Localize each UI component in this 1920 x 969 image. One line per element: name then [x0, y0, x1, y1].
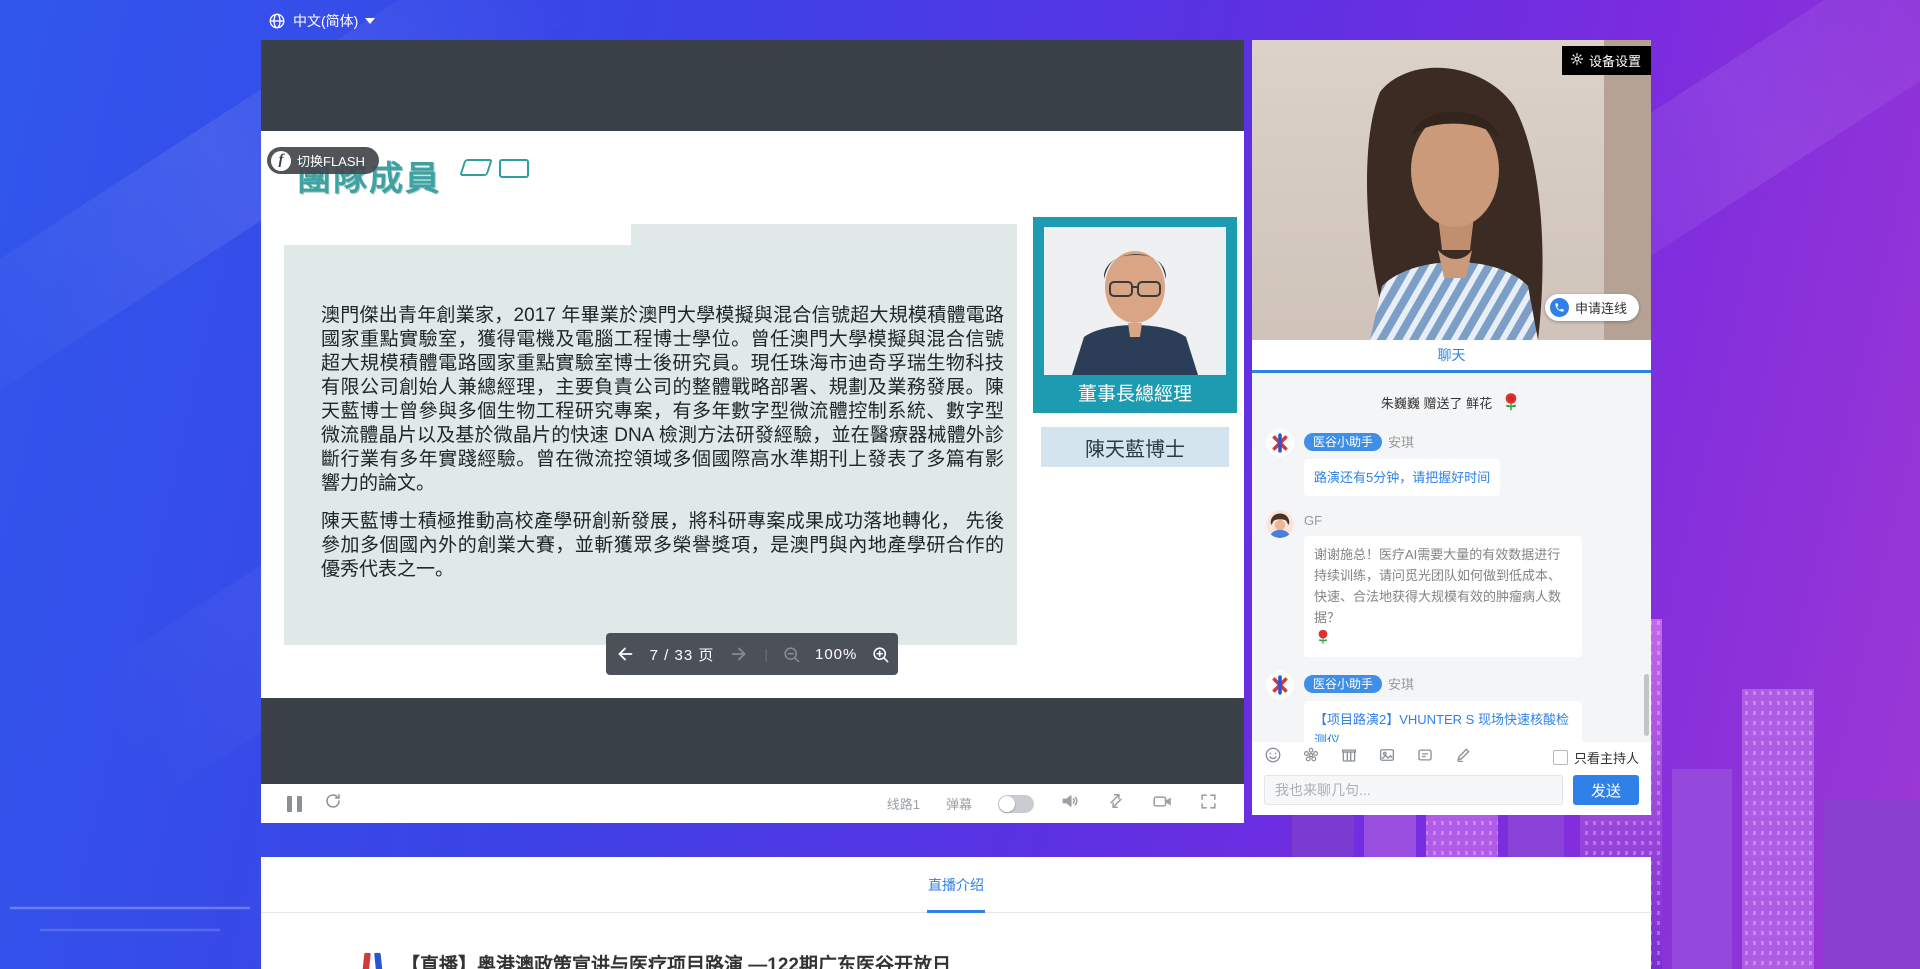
chat-message: 医谷小助手 安琪 【项目路演2】VHUNTER S 现场快速核酸检测仪	[1266, 671, 1637, 742]
stream-info-section: 直播介绍 【直播】奥港澳政策宣讲与医疗项目路演 —122期广东医谷开放日	[261, 857, 1651, 969]
message-bubble: 谢谢施总！医疗AI需要大量的有效数据进行持续训练，请问觅光团队如何做到低成本、快…	[1304, 536, 1582, 657]
speaker-title: 董事長總經理	[1033, 379, 1237, 406]
caret-down-icon	[365, 18, 375, 24]
bio-paragraph: 澳門傑出青年創業家，2017 年畢業於澳門大學模擬與混合信號超大規模積體電路國家…	[321, 304, 1004, 496]
zoom-in-button[interactable]	[871, 645, 890, 664]
rose-icon	[1314, 628, 1332, 646]
message-bubble: 路演还有5分钟，请把握好时间	[1304, 459, 1500, 496]
pagination-divider: |	[764, 646, 768, 662]
refresh-button[interactable]	[324, 792, 342, 815]
player-control-bar: 线路1 弹幕	[261, 784, 1244, 823]
bio-text-panel: 澳門傑出青年創業家，2017 年畢業於澳門大學模擬與混合信號超大規模積體電路國家…	[284, 224, 1017, 645]
speaker-portrait	[1044, 227, 1226, 375]
only-host-label: 只看主持人	[1574, 748, 1639, 767]
info-tab-bar: 直播介绍	[261, 857, 1651, 913]
username: GF	[1304, 513, 1322, 528]
tab-live-intro[interactable]: 直播介绍	[924, 857, 988, 912]
phone-icon	[1550, 298, 1569, 317]
assistant-badge: 医谷小助手	[1304, 675, 1382, 693]
chat-message: GF 谢谢施总！医疗AI需要大量的有效数据进行持续训练，请问觅光团队如何做到低成…	[1266, 510, 1637, 657]
assistant-avatar-icon	[1266, 429, 1294, 457]
chat-message-list: 朱巍巍 赠送了 鲜花 医谷小助手 安琪 路演还有5分钟，请把握好时间	[1252, 373, 1651, 742]
slide-pagination-bar: 7 / 33 页 | 100%	[606, 633, 898, 675]
flash-icon: f	[271, 151, 291, 171]
language-label: 中文(简体)	[293, 11, 358, 31]
pause-button[interactable]	[287, 796, 302, 812]
only-host-checkbox[interactable]	[1553, 750, 1568, 765]
flower-gift-icon[interactable]	[1302, 746, 1320, 769]
danmaku-toggle[interactable]	[998, 795, 1034, 813]
next-page-button[interactable]	[728, 643, 750, 665]
bg-glow-line	[40, 929, 220, 931]
zoom-level: 100%	[815, 646, 857, 663]
volume-icon[interactable]	[1060, 791, 1080, 816]
chat-message: 医谷小助手 安琪 路演还有5分钟，请把握好时间	[1266, 429, 1637, 496]
organizer-logo-icon	[361, 950, 383, 969]
line-select[interactable]: 线路1	[887, 794, 920, 813]
slide-decor-icon	[499, 159, 529, 178]
zoom-out-button[interactable]	[782, 645, 801, 664]
assistant-badge: 医谷小助手	[1304, 433, 1382, 451]
camera-icon[interactable]	[1152, 791, 1173, 817]
card-icon[interactable]	[1416, 746, 1434, 769]
stream-title-row: 【直播】奥港澳政策宣讲与医疗项目路演 —122期广东医谷开放日	[261, 913, 1651, 969]
image-icon[interactable]	[1378, 746, 1396, 769]
chat-input-row: 发送	[1252, 772, 1651, 815]
bio-text: 澳門傑出青年創業家，2017 年畢業於澳門大學模擬與混合信號超大規模積體電路國家…	[321, 304, 1004, 582]
message-bubble: 【项目路演2】VHUNTER S 现场快速核酸检测仪	[1304, 701, 1582, 742]
device-settings-label: 设备设置	[1589, 51, 1641, 70]
request-connect-button[interactable]: 申请连线	[1545, 294, 1639, 321]
bio-panel-notch	[284, 224, 631, 245]
username: 安琪	[1388, 432, 1414, 451]
presenter-video: 设备设置 申请连线	[1252, 40, 1651, 340]
request-connect-label: 申请连线	[1575, 298, 1627, 317]
device-settings-button[interactable]: 设备设置	[1562, 46, 1651, 75]
pen-icon[interactable]	[1454, 746, 1472, 769]
user-avatar-icon	[1266, 510, 1294, 538]
slide-player: f 切换FLASH 團隊成員 澳門傑出青年創業家，2017 年畢業於澳門大學模擬…	[261, 40, 1244, 823]
live-panel: 设备设置 申请连线 聊天 朱巍巍 赠送了 鲜花	[1252, 40, 1651, 815]
assistant-avatar-icon	[1266, 671, 1294, 699]
speaker-name: 陳天藍博士	[1041, 427, 1229, 467]
danmaku-label: 弹幕	[946, 794, 972, 813]
gift-box-icon[interactable]	[1340, 746, 1358, 769]
chat-tab: 聊天	[1252, 340, 1651, 373]
username: 安琪	[1388, 674, 1414, 693]
rose-icon	[1500, 391, 1522, 413]
prev-page-button[interactable]	[614, 643, 636, 665]
bg-glow-line	[10, 907, 250, 909]
gift-notice: 朱巍巍 赠送了 鲜花	[1266, 391, 1637, 413]
chat-input[interactable]	[1264, 775, 1563, 805]
emoji-icon[interactable]	[1264, 746, 1282, 769]
fullscreen-icon[interactable]	[1199, 792, 1218, 816]
bio-paragraph: 陳天藍博士積極推動高校產學研創新發展，將科研專案成果成功落地轉化， 先後參加多個…	[321, 510, 1004, 582]
chat-panel: 聊天 朱巍巍 赠送了 鲜花 医谷小助手 安琪 路演还有5分钟	[1252, 340, 1651, 815]
switch-flash-label: 切换FLASH	[297, 151, 365, 170]
webcast-page: 中文(简体) f 切换FLASH 團隊成員 澳門傑出青年創業家，2017 年畢業…	[0, 0, 1920, 969]
chat-scrollbar[interactable]	[1644, 674, 1649, 736]
switch-line-icon[interactable]	[1106, 791, 1126, 816]
speaker-photo-card: 董事長總經理	[1033, 217, 1237, 413]
chat-toolbar: 只看主持人	[1252, 742, 1651, 772]
slide-canvas: 團隊成員 澳門傑出青年創業家，2017 年畢業於澳門大學模擬與混合信號超大規模積…	[261, 131, 1244, 698]
slide-decor-icon	[459, 159, 493, 176]
page-indicator: 7 / 33 页	[650, 644, 715, 665]
send-button[interactable]: 发送	[1573, 775, 1639, 805]
gift-notice-text: 朱巍巍 赠送了 鲜花	[1381, 393, 1492, 412]
stream-title: 【直播】奥港澳政策宣讲与医疗项目路演 —122期广东医谷开放日	[401, 950, 951, 969]
globe-icon	[268, 12, 286, 30]
language-selector[interactable]: 中文(简体)	[268, 8, 375, 34]
switch-flash-button[interactable]: f 切换FLASH	[267, 147, 379, 174]
gear-icon	[1570, 52, 1584, 69]
